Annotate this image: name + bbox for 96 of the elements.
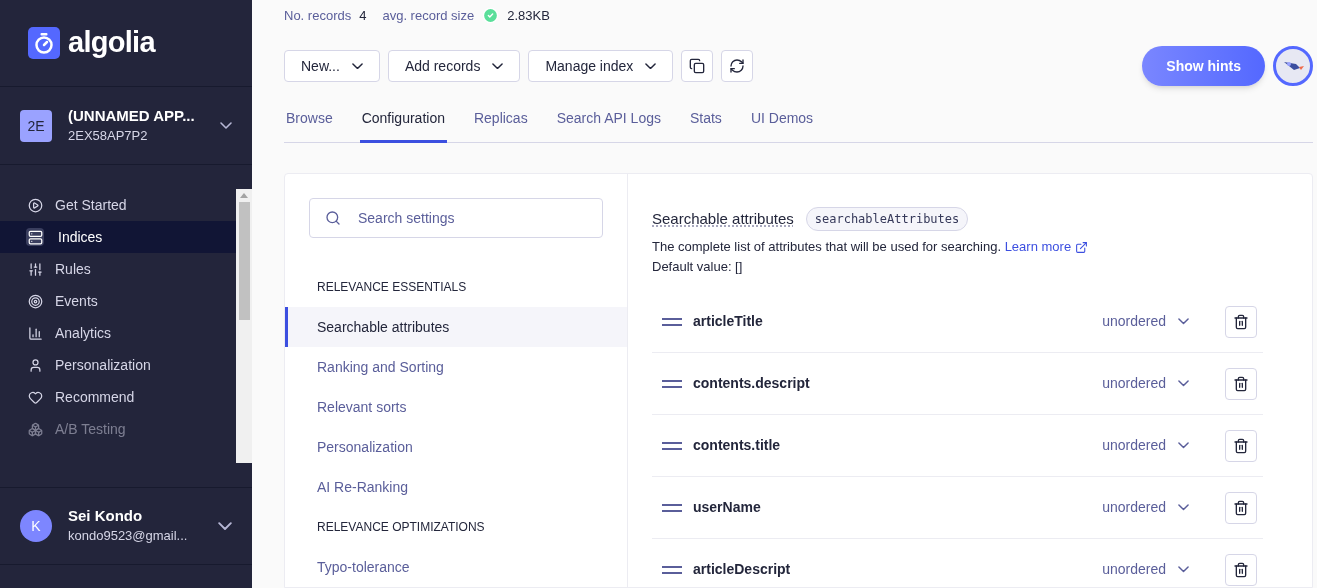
chevron-down-icon [1178, 380, 1189, 387]
attribute-name: contents.title [693, 436, 782, 455]
heart-icon [28, 389, 43, 405]
tab[interactable]: Search API Logs [554, 100, 663, 143]
server-icon [27, 229, 43, 245]
app-name: (UNNAMED APP... [68, 105, 196, 126]
settings-item[interactable]: Searchable attributes [285, 307, 627, 347]
attribute-name: articleTitle [693, 312, 764, 331]
rocket-avatar-button[interactable] [1273, 46, 1313, 86]
setting-description: The complete list of attributes that will be used for searching. [652, 239, 1002, 254]
chevron-down-icon [645, 62, 657, 70]
person-icon [28, 357, 43, 373]
nav-item[interactable]: Analytics [0, 317, 236, 349]
nav-item[interactable]: Indices [0, 221, 236, 253]
order-dropdown[interactable]: unordered [1102, 311, 1189, 332]
sliders-icon [28, 261, 43, 277]
tab[interactable]: Browse [284, 100, 335, 143]
drag-handle-icon[interactable] [662, 316, 682, 327]
stopwatch-logo-icon [28, 27, 60, 59]
tab[interactable]: Replicas [471, 100, 530, 143]
settings-item[interactable]: Ranking and Sorting [285, 347, 627, 387]
stat-value: 4 [359, 6, 367, 25]
tab[interactable]: Stats [687, 100, 724, 143]
trash-icon [1233, 499, 1249, 516]
search-icon [325, 210, 341, 226]
search-settings-field[interactable]: Search settings [309, 198, 603, 238]
delete-button[interactable] [1225, 491, 1257, 524]
stat-value: 2.83KB [507, 6, 550, 25]
chevron-down-icon [1178, 504, 1189, 511]
logo-text: algolia [68, 25, 155, 61]
drag-handle-icon[interactable] [662, 502, 682, 513]
user-name: Sei Kondo [68, 506, 144, 526]
nav-item[interactable]: Events [0, 285, 236, 317]
dropdown-button[interactable]: Manage index [528, 50, 674, 82]
order-dropdown[interactable]: unordered [1102, 497, 1189, 518]
order-dropdown[interactable]: unordered [1102, 373, 1189, 394]
delete-button[interactable] [1225, 429, 1257, 462]
delete-button[interactable] [1225, 367, 1257, 400]
blocks-icon [28, 421, 43, 437]
stat-label: avg. record size [382, 6, 475, 25]
trash-icon [1233, 313, 1249, 330]
external-link-icon [1075, 240, 1089, 254]
attribute-name: contents.descript [693, 374, 811, 393]
order-dropdown[interactable]: unordered [1102, 435, 1189, 456]
chevron-down-icon [492, 62, 504, 70]
nav-item[interactable]: Rules [0, 253, 236, 285]
chevron-down-icon [1178, 442, 1189, 449]
app-switcher[interactable]: 2E (UNNAMED APP... 2EX58AP7P2 [0, 87, 252, 165]
default-value: Default value: [] [652, 258, 744, 276]
drag-handle-icon[interactable] [662, 564, 682, 575]
settings-item[interactable]: Personalization [285, 427, 627, 467]
trash-icon [1233, 437, 1249, 454]
learn-more-link[interactable]: Learn more [1004, 237, 1089, 257]
delete-button[interactable] [1225, 553, 1257, 586]
chevron-down-icon [1178, 566, 1189, 573]
dropdown-button[interactable]: Add records [387, 50, 521, 82]
settings-item[interactable]: Typo-tolerance [285, 547, 627, 587]
user-email: kondo9523@gmail... [68, 527, 189, 545]
setting-title: Searchable attributes [652, 208, 794, 229]
target-icon [28, 293, 43, 309]
chevron-down-icon [1178, 318, 1189, 325]
copy-button[interactable] [681, 50, 714, 82]
settings-item[interactable]: AI Re-Ranking [285, 467, 627, 507]
dropdown-button[interactable]: New... [284, 50, 380, 82]
section-heading: RELEVANCE ESSENTIALS [316, 279, 468, 296]
tab[interactable]: UI Demos [748, 100, 816, 143]
delete-button[interactable] [1225, 305, 1257, 338]
drag-handle-icon[interactable] [662, 440, 682, 451]
settings-item[interactable]: Relevant sorts [285, 387, 627, 427]
trash-icon [1233, 561, 1249, 578]
attribute-name: articleDescript [693, 560, 792, 579]
user-menu[interactable]: K Sei Kondo kondo9523@gmail... [0, 487, 252, 565]
section-heading: RELEVANCE OPTIMIZATIONS [316, 519, 486, 536]
stat-label: No. records [284, 6, 352, 25]
show-hints-button[interactable]: Show hints [1142, 46, 1265, 86]
tab[interactable]: Configuration [359, 100, 447, 143]
app-id: 2EX58AP7P2 [68, 126, 149, 145]
attribute-name: userName [693, 498, 762, 517]
chevron-down-icon [351, 62, 363, 70]
scrollbar[interactable] [236, 189, 252, 463]
order-dropdown[interactable]: unordered [1102, 559, 1189, 580]
refresh-icon [729, 58, 746, 74]
play-icon [28, 197, 43, 213]
drag-handle-icon[interactable] [662, 378, 682, 389]
nav-item[interactable]: Get Started [0, 189, 236, 221]
refresh-button[interactable] [721, 50, 754, 82]
copy-icon [689, 58, 706, 74]
nav-item[interactable]: Recommend [0, 381, 236, 413]
bar-chart-icon [28, 325, 43, 341]
user-avatar: K [20, 510, 52, 542]
nav-item[interactable]: Personalization [0, 349, 236, 381]
attribute-code: searchableAttributes [805, 207, 969, 231]
chevron-down-icon [218, 521, 232, 531]
trash-icon [1233, 375, 1249, 392]
chevron-down-icon [220, 121, 232, 130]
app-avatar: 2E [20, 109, 52, 142]
